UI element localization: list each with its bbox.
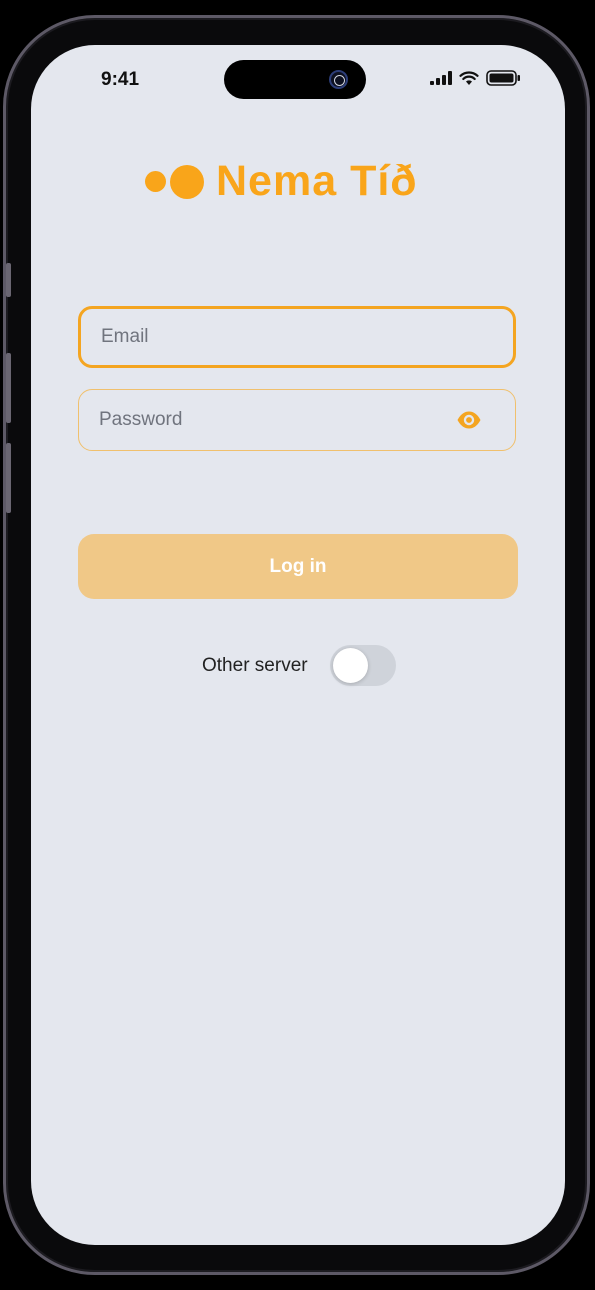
status-icons bbox=[430, 70, 521, 86]
dynamic-island bbox=[224, 60, 366, 99]
wifi-icon bbox=[459, 70, 479, 85]
logo-dots-icon bbox=[145, 164, 204, 199]
login-button[interactable]: Log in bbox=[78, 534, 518, 599]
action-button bbox=[6, 263, 11, 297]
email-field[interactable] bbox=[78, 306, 516, 368]
app-screen: 9:41 Nema Tíð Email Log in Other server bbox=[31, 45, 565, 1245]
other-server-toggle[interactable] bbox=[329, 645, 396, 686]
eye-icon[interactable] bbox=[456, 409, 482, 431]
status-time: 9:41 bbox=[101, 69, 140, 90]
password-input[interactable] bbox=[99, 409, 495, 431]
brand-logo: Nema Tíð bbox=[145, 157, 418, 206]
volume-down-button bbox=[6, 443, 11, 513]
email-input[interactable] bbox=[101, 326, 493, 348]
battery-icon bbox=[486, 70, 520, 86]
toggle-knob bbox=[332, 648, 368, 683]
other-server-row: Other server bbox=[202, 645, 396, 686]
password-field[interactable] bbox=[78, 389, 516, 451]
brand-name: Nema Tíð bbox=[216, 157, 418, 205]
cellular-signal-icon bbox=[430, 71, 452, 85]
volume-up-button bbox=[6, 353, 11, 423]
camera-icon bbox=[329, 70, 348, 89]
other-server-label: Other server bbox=[202, 654, 308, 676]
